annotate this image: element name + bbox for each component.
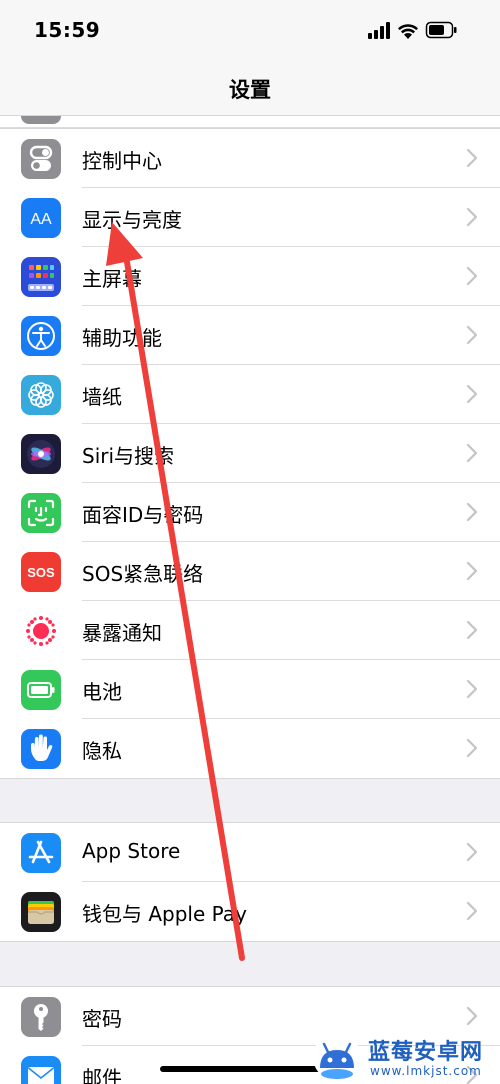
face-id-icon xyxy=(21,493,61,533)
chevron-right-icon xyxy=(466,207,478,227)
settings-row-label: 墙纸 xyxy=(82,385,122,409)
battery-settings-icon xyxy=(21,670,61,710)
control-center-icon xyxy=(21,139,61,179)
chevron-right-icon xyxy=(466,1006,478,1026)
settings-row-app-store[interactable]: App Store xyxy=(0,823,500,882)
wallet-icon xyxy=(21,892,61,932)
mail-icon xyxy=(21,1056,61,1084)
chevron-right-icon xyxy=(466,738,478,758)
status-time: 15:59 xyxy=(34,18,101,42)
settings-row-display-brightness[interactable]: AA 显示与亮度 xyxy=(0,188,500,247)
chevron-right-icon xyxy=(466,502,478,522)
svg-text:SOS: SOS xyxy=(27,565,55,580)
chevron-right-icon xyxy=(466,679,478,699)
chevron-right-icon xyxy=(466,620,478,640)
android-logo-icon xyxy=(313,1033,361,1081)
settings-row-label: 邮件 xyxy=(82,1066,122,1084)
app-store-icon xyxy=(21,833,61,873)
settings-group-store: App Store 钱包与 Apple Pay xyxy=(0,822,500,942)
settings-row-label: 显示与亮度 xyxy=(82,208,182,232)
page-title: 设置 xyxy=(229,78,271,102)
watermark-url: www.lmkjst.com xyxy=(370,1064,482,1078)
settings-row-wallpaper[interactable]: 墙纸 xyxy=(0,365,500,424)
settings-row-label: 面容ID与密码 xyxy=(82,503,204,527)
settings-row-home-screen[interactable]: 主屏幕 xyxy=(0,247,500,306)
settings-row-label: 辅助功能 xyxy=(82,326,162,350)
chevron-right-icon xyxy=(466,443,478,463)
settings-row-exposure-notifications[interactable]: 暴露通知 xyxy=(0,601,500,660)
display-brightness-icon: AA xyxy=(21,198,61,238)
settings-row-wallet-apple-pay[interactable]: 钱包与 Apple Pay xyxy=(0,882,500,941)
chevron-right-icon xyxy=(466,325,478,345)
privacy-hand-icon xyxy=(21,729,61,769)
navigation-bar: 设置 xyxy=(0,60,500,116)
settings-row-control-center[interactable]: 控制中心 xyxy=(0,129,500,188)
chevron-right-icon xyxy=(466,266,478,286)
cellular-signal-icon xyxy=(368,22,390,39)
settings-row-emergency-sos[interactable]: SOS SOS紧急联络 xyxy=(0,542,500,601)
accessibility-icon xyxy=(21,316,61,356)
settings-row-label: SOS紧急联络 xyxy=(82,562,204,586)
settings-row-label: 电池 xyxy=(82,680,122,704)
chevron-right-icon xyxy=(466,842,478,862)
wifi-icon xyxy=(398,24,418,39)
settings-row-label: 主屏幕 xyxy=(82,267,142,291)
settings-row-label: 隐私 xyxy=(82,739,122,763)
chevron-right-icon xyxy=(466,561,478,581)
settings-row-battery[interactable]: 电池 xyxy=(0,660,500,719)
settings-row-label: 暴露通知 xyxy=(82,621,162,645)
settings-icon xyxy=(21,116,61,124)
siri-icon xyxy=(21,434,61,474)
settings-row-face-id[interactable]: 面容ID与密码 xyxy=(0,483,500,542)
sos-icon: SOS xyxy=(21,552,61,592)
settings-row-accessibility[interactable]: 辅助功能 xyxy=(0,306,500,365)
settings-row-siri-search[interactable]: Siri与搜索 xyxy=(0,424,500,483)
settings-row-label: Siri与搜索 xyxy=(82,444,175,468)
home-screen-icon xyxy=(21,257,61,297)
chevron-right-icon xyxy=(466,901,478,921)
chevron-right-icon xyxy=(466,384,478,404)
battery-icon xyxy=(425,21,457,39)
settings-row-label: 控制中心 xyxy=(82,149,162,173)
settings-row-label: 钱包与 Apple Pay xyxy=(82,902,247,926)
exposure-notification-icon xyxy=(21,611,61,651)
chevron-right-icon xyxy=(466,148,478,168)
passwords-key-icon xyxy=(21,997,61,1037)
list-item-peek[interactable] xyxy=(0,116,500,128)
status-icons xyxy=(368,20,478,40)
watermark-title: 蓝莓安卓网 xyxy=(368,1040,484,1065)
settings-row-label: 密码 xyxy=(82,1007,122,1031)
wallpaper-icon xyxy=(21,375,61,415)
svg-text:AA: AA xyxy=(30,211,52,228)
settings-group-general: 控制中心 AA 显示与亮度 主屏幕 辅助功能 墙纸 Siri与搜索 面容ID与密… xyxy=(0,128,500,779)
settings-row-label: App Store xyxy=(82,839,181,863)
settings-row-privacy[interactable]: 隐私 xyxy=(0,719,500,778)
watermark: 蓝莓安卓网 www.lmkjst.com xyxy=(312,1030,498,1084)
status-bar: 15:59 xyxy=(0,0,500,60)
